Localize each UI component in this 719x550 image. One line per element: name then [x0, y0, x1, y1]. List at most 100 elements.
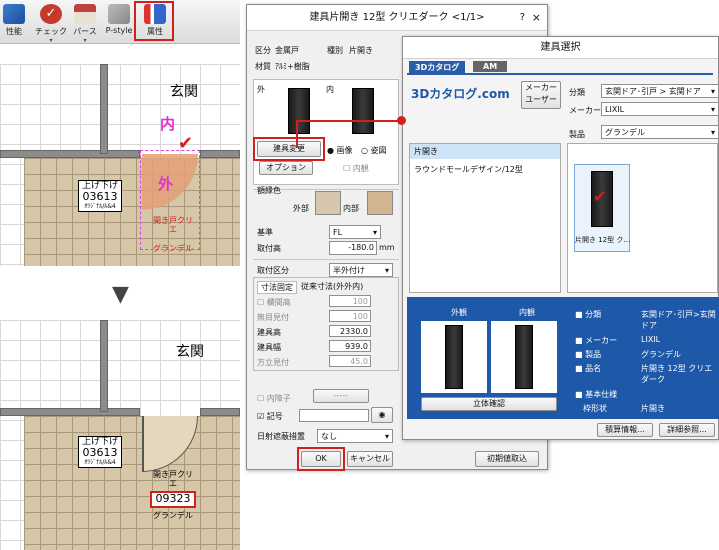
exterior-preview — [421, 321, 487, 393]
connector-dot — [397, 116, 406, 125]
fitting-label: 上げ下げ 03613 ｵﾘｼﾞﾅﾙ/ﾙ&4 — [78, 436, 122, 468]
wall — [200, 408, 240, 416]
close-button[interactable]: × — [532, 11, 541, 24]
door-interior-image — [352, 88, 374, 134]
type-label: 種別 — [327, 46, 343, 55]
material-label: 材質 — [255, 62, 271, 71]
dialog-title: 建具片開き 12型 クリエダーク <1/1> — [247, 5, 547, 31]
divider — [253, 259, 399, 260]
base-label: 基準 — [257, 228, 273, 237]
catalog-title: 建具選択 — [403, 37, 718, 59]
dim-row-value[interactable]: 100 — [329, 310, 371, 322]
house-icon — [74, 4, 96, 24]
toolbar-perspective-button[interactable]: パース ▾ — [70, 4, 100, 44]
radio-elevation[interactable]: ○ 姿図 — [361, 145, 387, 156]
category-label: 分類 — [569, 88, 585, 97]
plan-after: 玄関 上げ下げ 03613 ｵﾘｼﾞﾅﾙ/ﾙ&4 開き戸クリエ 09323 グランデル — [0, 320, 240, 550]
fitting-label: 上げ下げ 03613 ｵﾘｼﾞﾅﾙ/ﾙ&4 — [78, 180, 122, 212]
inner-sash-checkbox[interactable]: ☐ 内障子 — [257, 393, 291, 404]
dim-row-value[interactable]: 45.0 — [329, 355, 371, 367]
unit-mm: mm — [379, 243, 395, 252]
pstyle-icon — [108, 4, 130, 24]
catalog-logo: 3Dカタログ.com — [411, 87, 510, 101]
chevron-down-icon: ▾ — [49, 37, 53, 44]
wall — [100, 64, 108, 154]
type-list: 片開き ラウンドモールデザイン/12型 — [409, 143, 561, 293]
material-value: ｱﾙﾐ+樹脂 — [275, 62, 310, 71]
dim-row-label: 方立見付 — [257, 358, 289, 367]
maker-select[interactable]: LIXIL — [601, 102, 719, 116]
tab-legacy[interactable]: 従来寸法(外外内) — [301, 281, 363, 292]
detail-button[interactable]: 詳細参照... — [659, 423, 715, 437]
catalog-tabs: 3Dカタログ AM — [407, 59, 713, 75]
floor-tiles — [24, 158, 240, 266]
mount-type-select[interactable]: 半外付け — [329, 263, 393, 277]
cancel-button[interactable]: キャンセル — [347, 451, 393, 467]
product-thumbnail[interactable]: ✔ 片開き 12型 ク… — [574, 164, 630, 252]
reset-button[interactable]: 初期値取込 — [475, 451, 539, 467]
help-button[interactable]: ? — [520, 12, 525, 23]
tab-3d-catalog[interactable]: 3Dカタログ — [409, 61, 466, 74]
toolbar-pstyle-button[interactable]: P-style — [102, 4, 136, 35]
list-item[interactable]: ラウンドモールデザイン/12型 — [414, 164, 523, 175]
product-select[interactable]: グランデル — [601, 125, 719, 139]
dim-row-value[interactable]: 100 — [329, 295, 371, 307]
product-label: 製品 — [569, 130, 585, 139]
height-label: 取付高 — [257, 244, 281, 253]
dim-row-label: 建具幅 — [257, 343, 281, 352]
toolbar-performance-button[interactable]: 性能 — [2, 4, 26, 37]
door-label: 開き戸クリエ グランデル — [153, 216, 193, 254]
checkmark-icon: ✔ — [593, 187, 607, 206]
detail-panel: 外観 内観 立体確認 ■ 分類 玄関ドア･引戸>玄関ドア ■ メーカー LIXI… — [407, 297, 719, 419]
height-input[interactable]: -180.0 — [329, 241, 377, 255]
tab-fixed[interactable]: 寸法固定 — [257, 281, 297, 294]
estimate-button[interactable]: 積算情報... — [597, 423, 653, 437]
wall — [0, 150, 140, 158]
kubun-value: 金属戸 — [275, 46, 299, 55]
wall — [100, 320, 108, 412]
kubun-label: 区分 — [255, 46, 271, 55]
shading-select[interactable]: なし — [317, 429, 393, 443]
connector-line — [296, 120, 298, 148]
maker-label: メーカー — [569, 106, 601, 115]
option-button[interactable]: オプション — [259, 161, 313, 175]
dim-row-value[interactable]: 2330.0 — [329, 325, 371, 337]
frame-outer-swatch[interactable] — [315, 191, 341, 215]
checkmark-icon: ✔ — [178, 133, 194, 154]
outside-label: 外 — [158, 175, 174, 193]
radio-image[interactable]: ● 画像 — [327, 145, 353, 156]
wall — [0, 408, 140, 416]
wall — [200, 150, 240, 158]
floor-tiles — [24, 416, 240, 550]
check-icon: ✓ — [40, 4, 62, 24]
base-select[interactable]: FL — [329, 225, 381, 239]
maker-user-button[interactable]: メーカー ユーザー — [521, 81, 561, 109]
category-select[interactable]: 玄関ドア･引戸 > 玄関ドア — [601, 84, 719, 98]
highlight-change — [253, 137, 325, 161]
door-code: 09323 — [150, 491, 196, 509]
inner-sash-select[interactable]: ----- — [313, 389, 369, 403]
symbol-checkbox[interactable]: ☑ 記号 — [257, 411, 283, 422]
door-exterior-image — [288, 88, 310, 134]
interior-preview — [491, 321, 557, 393]
thumbnail-grid: ✔ 片開き 12型 ク… — [567, 143, 718, 293]
dim-row-label: 無目見付 — [257, 313, 289, 322]
tab-am[interactable]: AM — [473, 61, 508, 72]
frame-inner-swatch[interactable] — [367, 191, 393, 215]
naikan-checkbox[interactable]: ☐ 内観 — [343, 163, 369, 174]
toolbar: 性能 ✓ チェック ▾ パース ▾ P-style 属性 — [0, 0, 240, 44]
list-item[interactable]: 片開き — [410, 144, 560, 159]
plan-before: 玄関 内 外 ✔ 上げ下げ 03613 ｵﾘｼﾞﾅﾙ/ﾙ&4 開き戸クリエ グランデル — [0, 64, 240, 266]
down-arrow-icon: ▼ — [112, 282, 129, 307]
mount-type-label: 取付区分 — [257, 266, 289, 275]
dim-row-value[interactable]: 939.0 — [329, 340, 371, 352]
eye-icon[interactable]: ◉ — [371, 407, 393, 423]
performance-icon — [3, 4, 25, 24]
highlight-ok — [297, 447, 345, 471]
dim-row-label[interactable]: ☐ 欄間高 — [257, 297, 291, 308]
inside-label: 内 — [160, 115, 176, 133]
door-label: 開き戸クリエ 09323 グランデル — [150, 470, 196, 520]
toolbar-check-button[interactable]: ✓ チェック ▾ — [32, 4, 70, 44]
symbol-input[interactable] — [299, 409, 369, 422]
solid-check-button[interactable]: 立体確認 — [421, 397, 557, 411]
